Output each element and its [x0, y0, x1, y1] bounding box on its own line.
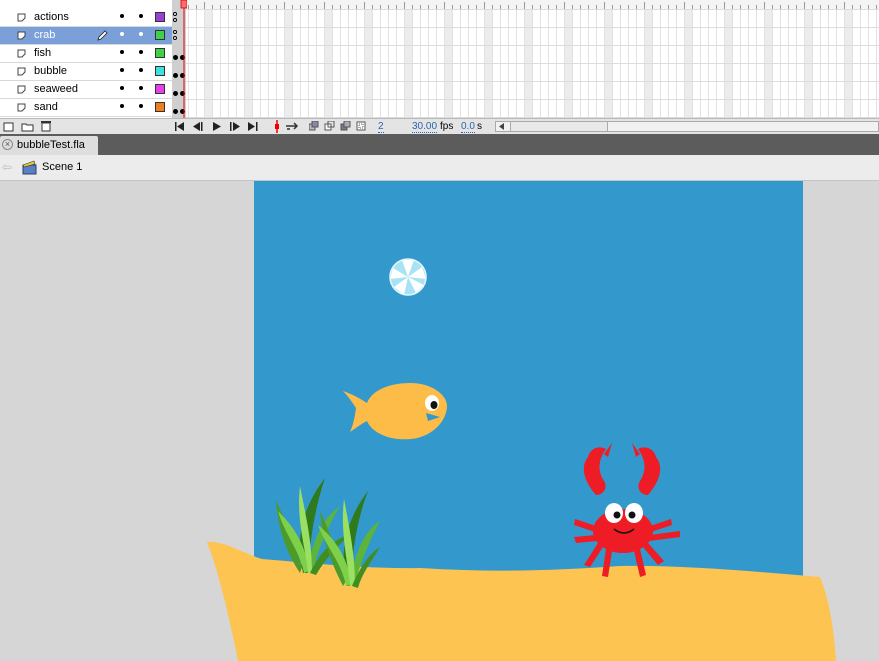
- loop-icon[interactable]: [284, 121, 300, 132]
- lock-dot[interactable]: [139, 86, 143, 90]
- center-frame-icon[interactable]: [271, 120, 283, 133]
- layer-row-actions[interactable]: actions: [0, 9, 172, 27]
- layer-name: crab: [34, 29, 56, 41]
- scene-clapper-icon: [22, 160, 37, 175]
- edit-multiple-icon: [340, 121, 351, 131]
- layer-name: bubble: [34, 65, 68, 77]
- layer-color-swatch[interactable]: [155, 12, 165, 22]
- layer-name: sand: [34, 101, 58, 113]
- visibility-dot[interactable]: [120, 68, 124, 72]
- empty-keyframe[interactable]: [173, 12, 177, 16]
- visibility-dot[interactable]: [120, 86, 124, 90]
- timeline-controls: 2 30.00 fps 0.0 s: [0, 118, 879, 134]
- first-frame-icon: [175, 122, 184, 131]
- fps-unit: fps: [440, 121, 454, 132]
- layer-name: fish: [34, 47, 52, 59]
- visibility-dot[interactable]: [120, 50, 124, 54]
- frame-grid[interactable]: [172, 0, 879, 118]
- lock-dot[interactable]: [139, 32, 143, 36]
- stage-artwork: [207, 181, 836, 661]
- lock-dot[interactable]: [139, 68, 143, 72]
- layer-row-crab[interactable]: crab: [0, 27, 172, 45]
- scroll-left-icon[interactable]: [499, 123, 505, 130]
- layer-color-swatch[interactable]: [155, 102, 165, 112]
- document-tab-bar: × bubbleTest.fla: [0, 134, 879, 155]
- timeline-scrollbar[interactable]: [495, 121, 879, 132]
- layer-color-swatch[interactable]: [155, 30, 165, 40]
- time-unit: s: [477, 121, 482, 132]
- keyframe[interactable]: [173, 73, 178, 78]
- pasteboard: [0, 181, 879, 661]
- layer-list: actions crab fish bubble seaweed sand: [0, 0, 172, 118]
- onion-skin-controls[interactable]: [309, 121, 371, 132]
- back-arrow-icon[interactable]: ⇦: [2, 160, 12, 174]
- play-icon: [213, 122, 221, 131]
- empty-keyframe[interactable]: [173, 36, 177, 40]
- visibility-dot[interactable]: [120, 104, 124, 108]
- layer-icon: [17, 13, 26, 22]
- visibility-dot[interactable]: [120, 14, 124, 18]
- layer-icon: [17, 103, 26, 112]
- onion-outline-icon: [324, 121, 335, 131]
- layer-color-swatch[interactable]: [155, 84, 165, 94]
- playback-controls[interactable]: [175, 122, 265, 132]
- visibility-dot[interactable]: [120, 32, 124, 36]
- timeline-panel: actions crab fish bubble seaweed sand 2 …: [0, 0, 879, 134]
- step-back-icon: [193, 122, 203, 131]
- last-frame-icon: [248, 122, 258, 131]
- close-icon[interactable]: ×: [2, 139, 13, 150]
- scrollbar-thumb[interactable]: [510, 122, 608, 131]
- layer-name: actions: [34, 11, 69, 23]
- playhead[interactable]: [179, 0, 187, 118]
- document-tab-title: bubbleTest.fla: [17, 139, 85, 151]
- bubble-symbol[interactable]: [389, 258, 427, 296]
- layer-row-fish[interactable]: fish: [0, 45, 172, 63]
- lock-dot[interactable]: [139, 104, 143, 108]
- layer-icon: [17, 85, 26, 94]
- layer-color-swatch[interactable]: [155, 66, 165, 76]
- fps-value[interactable]: 30.00: [412, 121, 438, 133]
- layer-icon: [17, 67, 26, 76]
- scene-label[interactable]: Scene 1: [42, 161, 82, 173]
- keyframe[interactable]: [173, 91, 178, 96]
- current-frame-value[interactable]: 2: [378, 121, 384, 133]
- onion-skin-icon: [309, 121, 319, 131]
- trash-icon[interactable]: [40, 120, 52, 132]
- pencil-icon: [97, 30, 108, 41]
- layer-row-seaweed[interactable]: seaweed: [0, 81, 172, 99]
- keyframe[interactable]: [173, 109, 178, 114]
- document-tab[interactable]: × bubbleTest.fla: [0, 136, 98, 155]
- time-value[interactable]: 0.0: [461, 121, 475, 133]
- new-folder-icon[interactable]: [21, 121, 34, 132]
- layer-row-bubble[interactable]: bubble: [0, 63, 172, 81]
- empty-keyframe[interactable]: [173, 30, 177, 34]
- new-layer-icon[interactable]: [3, 121, 15, 132]
- layer-icon: [17, 49, 26, 58]
- layer-name: seaweed: [34, 83, 79, 95]
- keyframe[interactable]: [173, 55, 178, 60]
- step-forward-icon: [230, 122, 240, 131]
- lock-dot[interactable]: [139, 14, 143, 18]
- lock-dot[interactable]: [139, 50, 143, 54]
- empty-keyframe[interactable]: [173, 18, 177, 22]
- edit-bar: ⇦ Scene 1: [0, 155, 879, 181]
- modify-markers-icon: [356, 121, 366, 131]
- layer-row-sand[interactable]: sand: [0, 99, 172, 117]
- layer-icon: [17, 31, 26, 40]
- layer-color-swatch[interactable]: [155, 48, 165, 58]
